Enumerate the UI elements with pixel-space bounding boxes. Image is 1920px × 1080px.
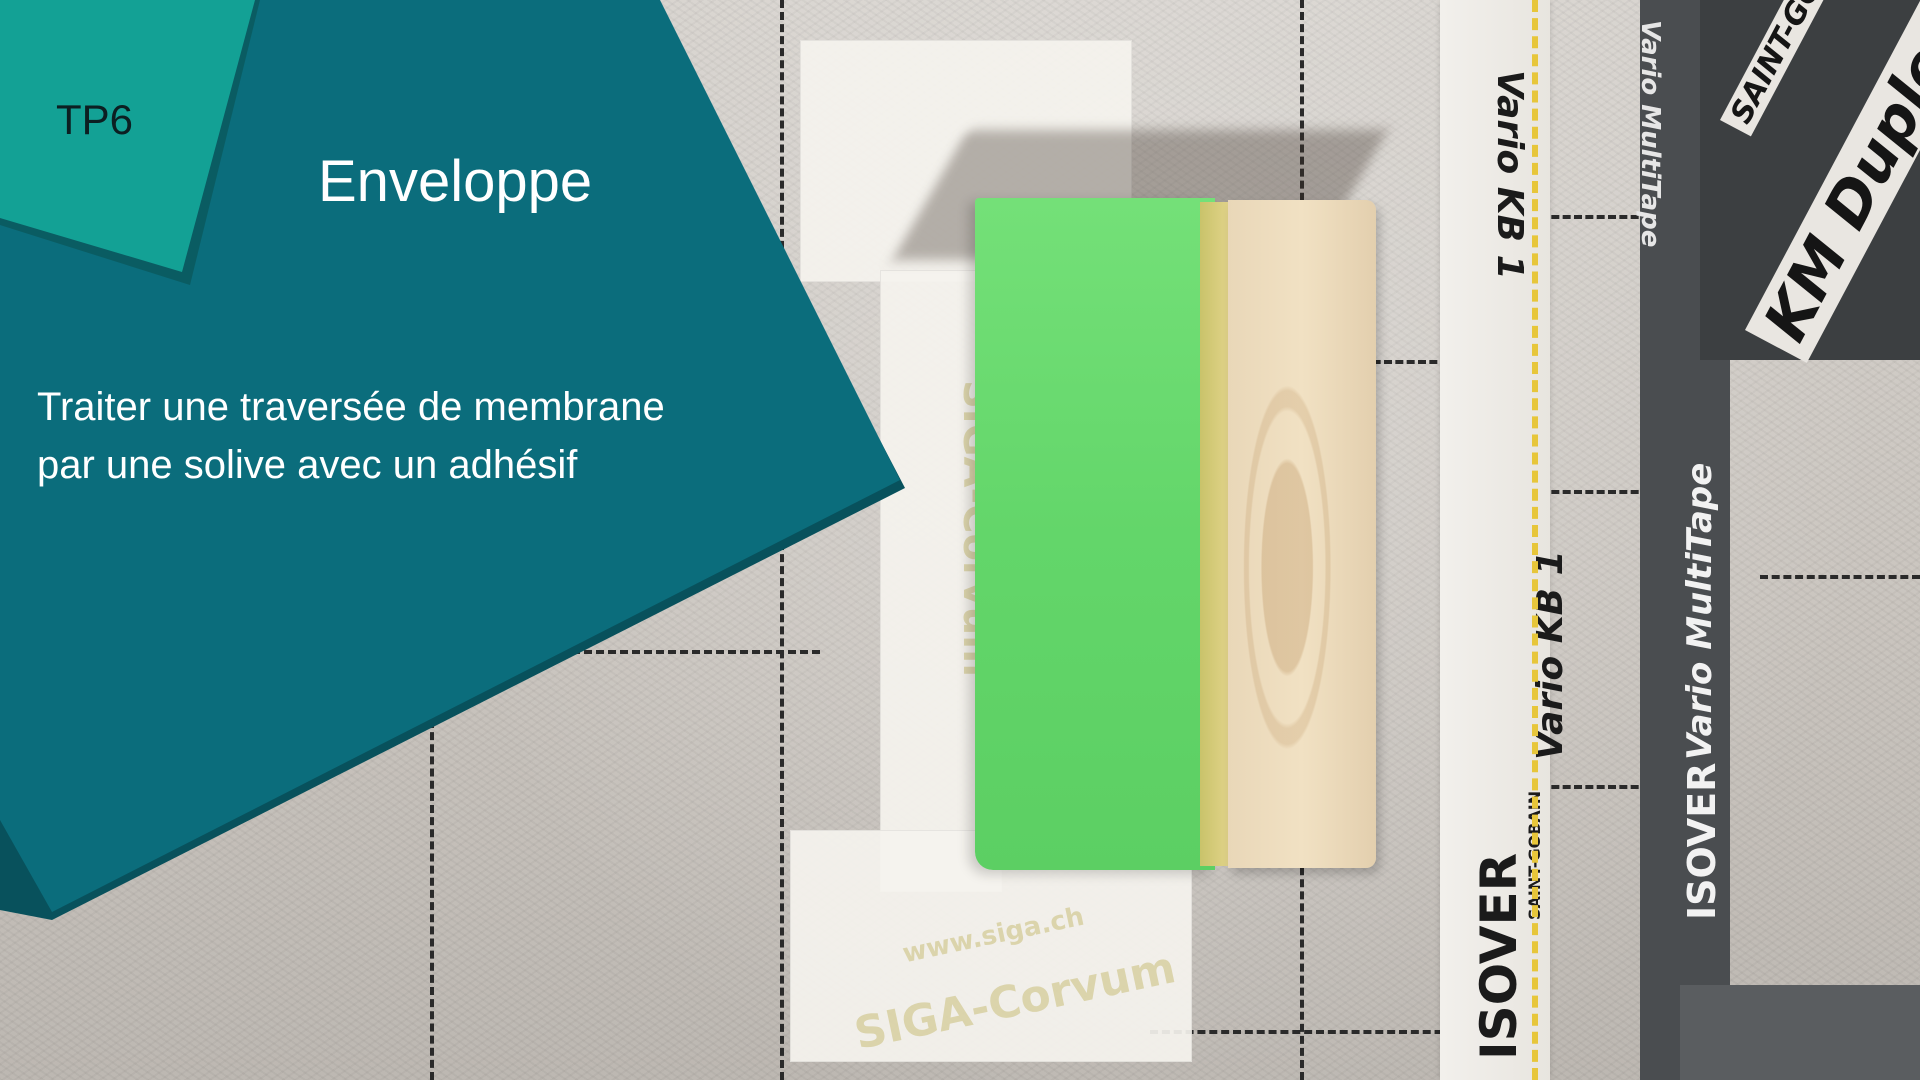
- subtitle-line-1: Traiter une traversée de membrane: [37, 385, 665, 429]
- video-subtitle: Traiter une traversée de membrane par un…: [37, 378, 665, 494]
- subtitle-line-2: par une solive avec un adhésif: [37, 443, 578, 487]
- overlay-graphic: [0, 0, 905, 920]
- video-title: Enveloppe: [318, 149, 593, 214]
- episode-badge: TP6: [56, 96, 134, 143]
- video-frame: SIGA-Corvum SIGA-Corvum www.siga.ch Vari…: [0, 0, 1920, 1080]
